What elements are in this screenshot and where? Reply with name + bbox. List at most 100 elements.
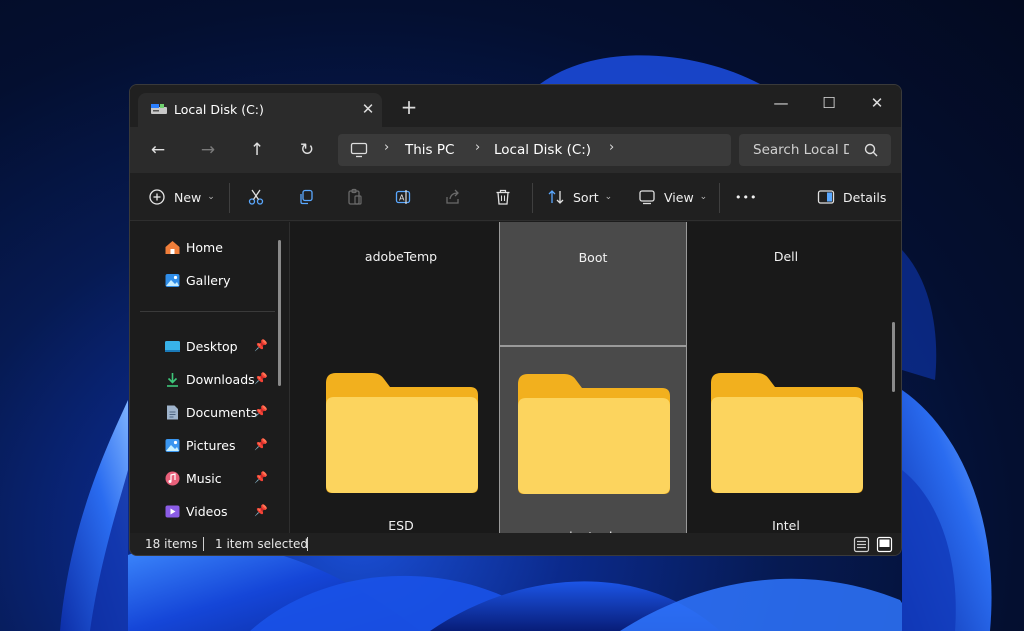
sidebar-item-label: Music xyxy=(186,470,222,486)
details-pane-button[interactable]: Details xyxy=(817,181,886,213)
sort-button[interactable]: Sort ⌄ xyxy=(547,181,612,213)
address-bar[interactable]: › This PC › Local Disk (C:) › xyxy=(338,134,731,166)
folder-item-esd[interactable]: ESD xyxy=(307,348,495,533)
sidebar-item-desktop[interactable]: Desktop xyxy=(164,335,238,357)
home-icon xyxy=(165,240,180,254)
share-button[interactable] xyxy=(444,181,462,213)
pin-icon[interactable]: 📌 xyxy=(254,504,268,517)
up-arrow-icon[interactable]: ↑ xyxy=(241,134,273,166)
videos-icon xyxy=(165,505,180,517)
sidebar-item-documents[interactable]: Documents xyxy=(164,401,257,423)
tab-local-disk[interactable]: Local Disk (C:) ✕ xyxy=(138,93,382,127)
rename-button[interactable]: A xyxy=(395,181,413,213)
copy-icon xyxy=(300,189,313,205)
breadcrumb-separator[interactable]: › xyxy=(609,140,614,155)
sidebar-item-label: Downloads xyxy=(186,371,255,387)
folder-name: ESD xyxy=(388,518,414,533)
rename-icon: A xyxy=(395,190,411,204)
drive-icon xyxy=(151,104,167,114)
tab-close-icon[interactable]: ✕ xyxy=(358,99,378,119)
folder-item-intel[interactable]: Intel xyxy=(692,348,880,533)
minimize-button[interactable]: — xyxy=(758,89,804,117)
trash-icon xyxy=(496,189,510,205)
sidebar-item-label: Documents xyxy=(186,404,258,420)
plus-circle-icon xyxy=(149,189,165,205)
status-separator xyxy=(307,537,308,551)
sidebar-scrollbar[interactable] xyxy=(278,240,281,386)
folder-icon xyxy=(518,374,670,494)
cut-button[interactable] xyxy=(247,181,265,213)
details-view-icon[interactable] xyxy=(853,536,870,553)
gallery-icon xyxy=(165,273,180,287)
pin-icon[interactable]: 📌 xyxy=(254,405,268,418)
navigation-bar: ← → ↑ ↻ › This PC › Local Disk (C:) › Se… xyxy=(130,127,901,173)
pin-icon[interactable]: 📌 xyxy=(254,372,268,385)
refresh-icon[interactable]: ↻ xyxy=(291,134,323,166)
folder-icon xyxy=(326,373,478,493)
sort-arrows-icon xyxy=(548,190,564,204)
sidebar-item-label: Desktop xyxy=(186,338,238,354)
chevron-down-icon: ⌄ xyxy=(604,192,613,202)
folder-item-inetpub[interactable]: inetpub xyxy=(499,346,687,533)
clipboard-icon xyxy=(348,188,362,205)
folder-item-boot[interactable]: Boot xyxy=(499,222,687,346)
title-bar[interactable]: Local Disk (C:) ✕ + — ☐ ✕ xyxy=(130,85,901,127)
folder-name: Boot xyxy=(578,250,608,265)
scissors-icon xyxy=(248,189,264,205)
folder-name: adobeTemp xyxy=(364,249,438,264)
paste-button[interactable] xyxy=(346,181,364,213)
content-scrollbar[interactable] xyxy=(892,322,895,392)
forward-arrow-icon[interactable]: → xyxy=(192,134,224,166)
pin-icon[interactable]: 📌 xyxy=(254,438,268,451)
pictures-icon xyxy=(165,438,180,452)
sidebar-item-pictures[interactable]: Pictures xyxy=(164,434,236,456)
large-icons-view-icon[interactable] xyxy=(876,536,893,553)
new-button[interactable]: New ⌄ xyxy=(148,181,215,213)
selection-count: 1 item selected xyxy=(215,537,309,551)
more-options-icon[interactable]: ••• xyxy=(735,181,757,213)
folder-name: Intel xyxy=(772,518,800,533)
folder-item-adobetemp[interactable]: adobeTemp xyxy=(307,222,495,346)
sidebar-item-music[interactable]: Music xyxy=(164,467,222,489)
copy-button[interactable] xyxy=(297,181,315,213)
search-box[interactable]: Search Local Disk (C:) xyxy=(739,134,891,166)
delete-button[interactable] xyxy=(494,181,512,213)
breadcrumb-separator: › xyxy=(384,140,390,155)
documents-icon xyxy=(167,405,178,419)
toolbar-divider xyxy=(719,183,720,213)
file-list-area[interactable]: adobeTemp Boot Dell ESD inetpub xyxy=(290,222,901,533)
sidebar-item-label: Pictures xyxy=(186,437,236,453)
sidebar-item-label: Home xyxy=(186,239,223,255)
desktop-icon xyxy=(165,340,180,352)
close-button[interactable]: ✕ xyxy=(854,89,900,117)
chevron-down-icon: ⌄ xyxy=(207,192,215,202)
sidebar-item-downloads[interactable]: Downloads xyxy=(164,368,255,390)
svg-text:A: A xyxy=(399,194,405,203)
new-tab-button[interactable]: + xyxy=(398,96,420,118)
maximize-button[interactable]: ☐ xyxy=(806,89,852,117)
pin-icon[interactable]: 📌 xyxy=(254,339,268,352)
status-separator xyxy=(203,537,204,551)
breadcrumb-this-pc[interactable]: This PC xyxy=(405,142,454,158)
breadcrumb-local-disk[interactable]: Local Disk (C:) xyxy=(494,142,591,158)
sort-label: Sort xyxy=(573,189,599,205)
command-bar: New ⌄ A Sort ⌄ View ⌄ ••• Details xyxy=(130,173,901,221)
folder-item-dell[interactable]: Dell xyxy=(692,222,880,346)
details-label: Details xyxy=(843,189,887,205)
folder-icon xyxy=(711,373,863,493)
music-icon xyxy=(165,471,180,485)
back-arrow-icon[interactable]: ← xyxy=(142,134,174,166)
sidebar-item-home[interactable]: Home xyxy=(164,236,223,258)
sidebar-item-gallery[interactable]: Gallery xyxy=(164,269,231,291)
view-button[interactable]: View ⌄ xyxy=(638,181,707,213)
pin-icon[interactable]: 📌 xyxy=(254,471,268,484)
toolbar-divider xyxy=(532,183,533,213)
file-explorer-window: Local Disk (C:) ✕ + — ☐ ✕ ← → ↑ ↻ › This… xyxy=(129,84,902,556)
new-label: New xyxy=(174,189,202,205)
toolbar-divider xyxy=(229,183,230,213)
folder-name: Dell xyxy=(773,249,799,264)
view-label: View xyxy=(664,189,694,205)
sidebar-item-videos[interactable]: Videos xyxy=(164,500,228,522)
status-bar: 18 items 1 item selected xyxy=(130,533,901,555)
breadcrumb-separator: › xyxy=(475,140,481,155)
